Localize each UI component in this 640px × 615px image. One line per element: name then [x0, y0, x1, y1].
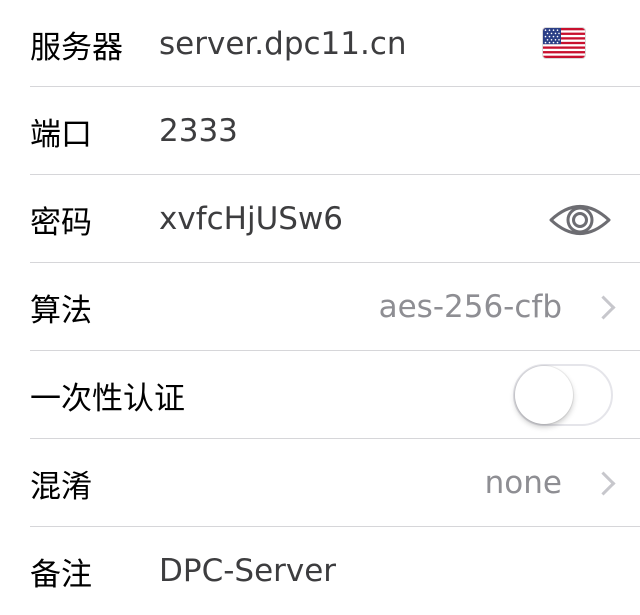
port-row[interactable]: 端口 2333	[0, 87, 640, 175]
obfuscation-label: 混淆	[30, 468, 92, 505]
cipher-value: aes-256-cfb	[378, 289, 562, 325]
toggle-knob	[515, 366, 573, 424]
us-flag-icon[interactable]	[543, 28, 585, 58]
cipher-label: 算法	[30, 292, 92, 329]
server-settings-list: 服务器 server.dpc11.cn 端口 2333 密码 xvfcHjUSw…	[0, 0, 640, 614]
remark-input[interactable]: DPC-Server	[159, 527, 336, 615]
eye-icon[interactable]	[549, 199, 611, 241]
obfuscation-row[interactable]: 混淆 none	[0, 439, 640, 527]
obfuscation-value: none	[484, 465, 562, 501]
password-row[interactable]: 密码 xvfcHjUSw6	[0, 175, 640, 263]
server-row[interactable]: 服务器 server.dpc11.cn	[0, 0, 640, 88]
password-label: 密码	[30, 204, 92, 241]
server-label: 服务器	[30, 29, 123, 66]
one-time-auth-label: 一次性认证	[30, 380, 185, 417]
chevron-right-icon	[591, 471, 616, 496]
port-input[interactable]: 2333	[159, 87, 238, 175]
password-input[interactable]: xvfcHjUSw6	[159, 175, 343, 263]
chevron-right-icon	[591, 295, 616, 320]
cipher-row[interactable]: 算法 aes-256-cfb	[0, 263, 640, 351]
port-label: 端口	[30, 116, 92, 153]
one-time-auth-toggle[interactable]	[513, 364, 613, 426]
remark-row[interactable]: 备注 DPC-Server	[0, 527, 640, 615]
remark-label: 备注	[30, 556, 92, 593]
server-input[interactable]: server.dpc11.cn	[159, 0, 407, 88]
